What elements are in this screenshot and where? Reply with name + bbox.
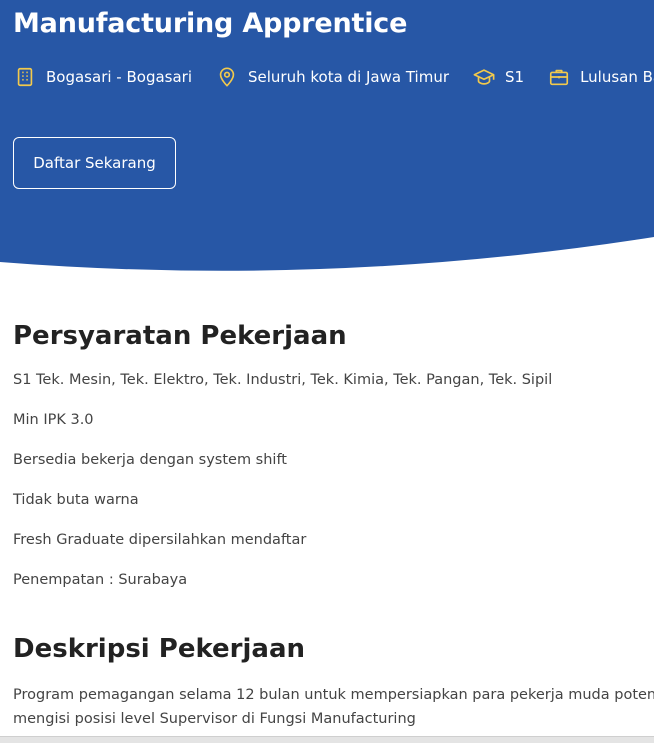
requirements-heading: Persyaratan Pekerjaan — [13, 321, 347, 351]
requirement-item: Min IPK 3.0 — [13, 412, 94, 428]
description-line: mengisi posisi level Supervisor di Fungs… — [13, 711, 416, 727]
apply-now-button[interactable]: Daftar Sekarang — [13, 137, 176, 189]
job-header-banner: Manufacturing Apprentice Bogasari - Boga… — [0, 0, 654, 290]
requirement-item: Penempatan : Surabaya — [13, 572, 188, 588]
company-meta: Bogasari - Bogasari — [14, 66, 192, 88]
map-pin-icon — [219, 67, 235, 87]
requirement-item: Tidak buta warna — [13, 492, 139, 508]
requirement-item: S1 Tek. Mesin, Tek. Elektro, Tek. Indust… — [13, 372, 553, 388]
description-heading: Deskripsi Pekerjaan — [13, 634, 306, 664]
requirements-list: S1 Tek. Mesin, Tek. Elektro, Tek. Indust… — [13, 370, 552, 610]
job-detail-page: Manufacturing Apprentice Bogasari - Boga… — [0, 0, 654, 743]
graduation-cap-icon — [473, 69, 495, 85]
job-title: Manufacturing Apprentice — [13, 8, 408, 39]
requirement-item: Bersedia bekerja dengan system shift — [13, 452, 287, 468]
experience-text: Lulusan Baru - Hingga 1 Tahun — [580, 68, 654, 86]
building-icon — [17, 67, 33, 87]
description-line: Program pemagangan selama 12 bulan untuk… — [13, 687, 654, 703]
experience-meta: Lulusan Baru - Hingga 1 Tahun — [548, 66, 654, 88]
briefcase-icon — [550, 69, 569, 86]
location-meta: Seluruh kota di Jawa Timur — [216, 66, 449, 88]
education-text: S1 — [505, 68, 525, 86]
description-text: Program pemagangan selama 12 bulan untuk… — [13, 683, 654, 731]
horizontal-scrollbar[interactable] — [0, 736, 654, 743]
location-text: Seluruh kota di Jawa Timur — [248, 68, 449, 86]
company-name: Bogasari - Bogasari — [46, 68, 192, 86]
job-meta-row: Bogasari - Bogasari Seluruh kota di Jawa… — [14, 64, 654, 90]
education-meta: S1 — [473, 66, 524, 88]
requirement-item: Fresh Graduate dipersilahkan mendaftar — [13, 532, 307, 548]
